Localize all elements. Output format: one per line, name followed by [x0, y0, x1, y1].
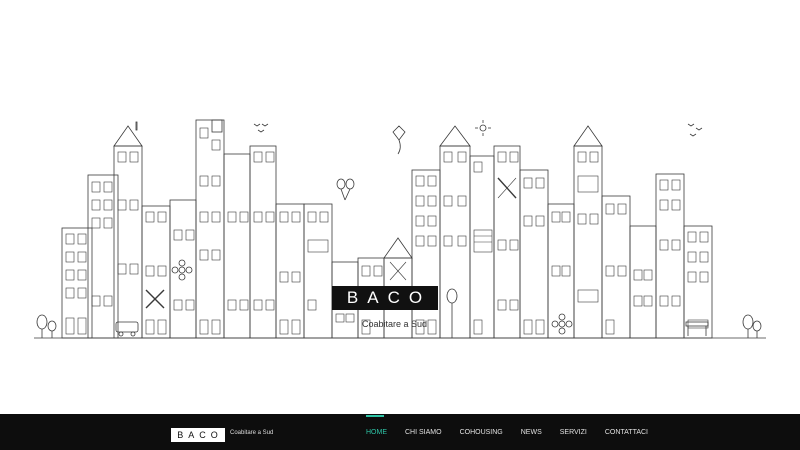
- nav-item-servizi[interactable]: SERVIZI: [560, 428, 587, 438]
- brand-tagline: Coabitare a Sud: [362, 319, 428, 329]
- nav-item-contattaci[interactable]: CONTATTACI: [605, 428, 648, 438]
- nav-item-cohousing[interactable]: COHOUSING: [460, 428, 503, 438]
- brand-logo[interactable]: BACO: [332, 286, 438, 310]
- hero-banner: BACO Coabitare a Sud: [0, 0, 800, 414]
- navbar-logo[interactable]: BACO: [171, 428, 225, 442]
- nav-item-news[interactable]: NEWS: [521, 428, 542, 438]
- nav-item-chi-siamo[interactable]: CHI SIAMO: [405, 428, 442, 438]
- nav-item-home[interactable]: HOME: [366, 415, 387, 438]
- city-illustration: [34, 119, 766, 339]
- navbar-tagline: Coabitare a Sud: [230, 430, 274, 436]
- main-menu: HOME CHI SIAMO COHOUSING NEWS SERVIZI CO…: [366, 415, 666, 438]
